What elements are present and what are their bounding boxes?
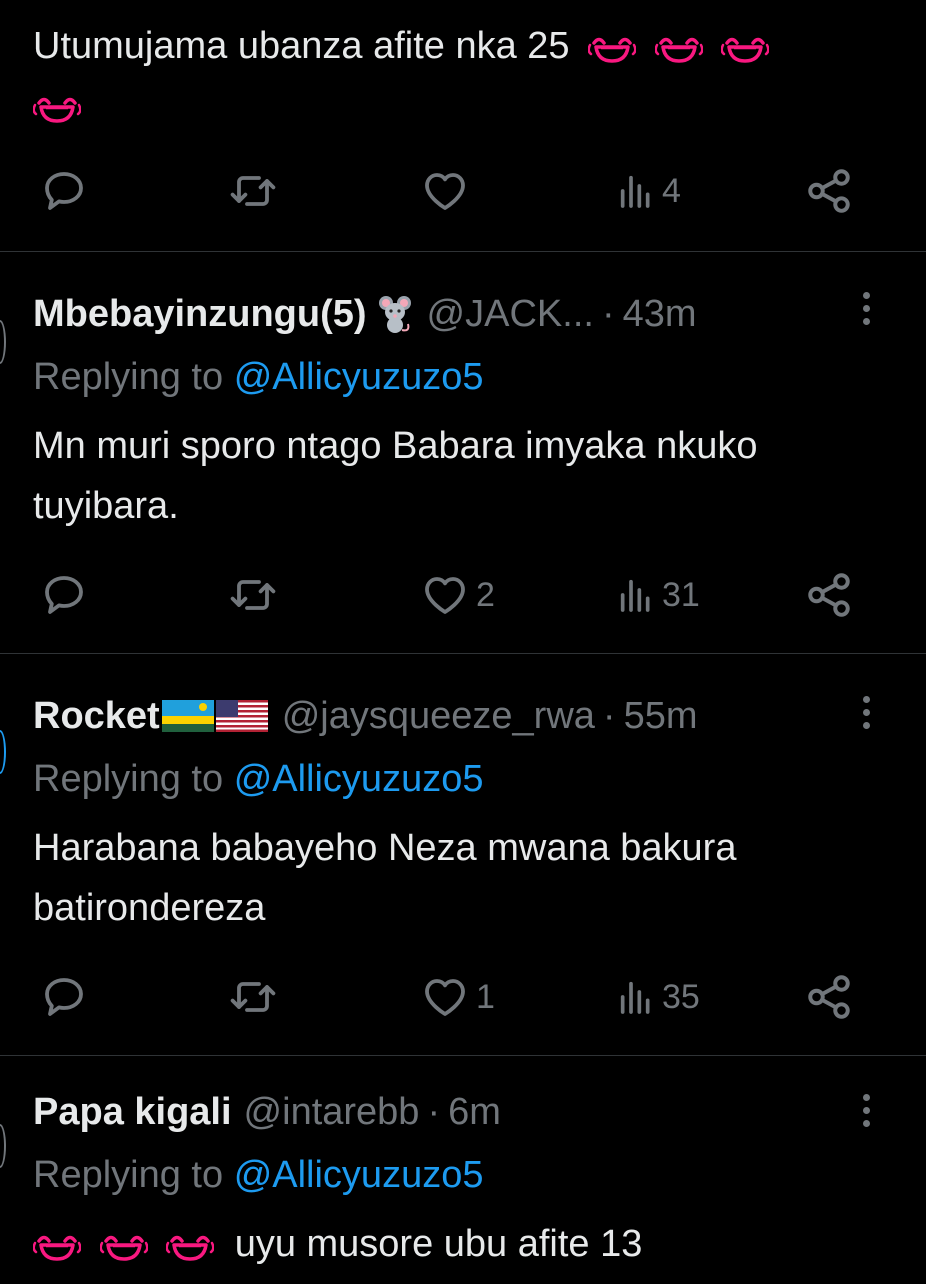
handle[interactable]: @jaysqueeze_rwa xyxy=(282,695,595,738)
heart-icon xyxy=(420,571,470,619)
separator-dot: · xyxy=(427,1090,441,1133)
rwanda-flag-icon xyxy=(161,700,214,732)
tweet-actions: 4 xyxy=(0,166,926,216)
mention-link[interactable]: @Allicyuzuzo5 xyxy=(234,356,484,398)
more-options-icon[interactable] xyxy=(856,692,876,736)
replying-to: Replying to @Allicyuzuzo5 xyxy=(33,1154,483,1200)
views-icon xyxy=(616,167,656,215)
more-options-icon[interactable] xyxy=(856,1090,876,1134)
heart-icon xyxy=(420,973,470,1021)
replying-to: Replying to @Allicyuzuzo5 xyxy=(33,758,483,804)
views-count: 4 xyxy=(662,171,681,210)
display-name[interactable]: Rocket xyxy=(33,695,160,738)
laughing-face-emoji-icon xyxy=(166,1229,214,1263)
share-icon xyxy=(804,166,854,216)
replying-to-label: Replying to xyxy=(33,758,224,800)
laughing-face-emoji-icon xyxy=(33,91,81,125)
share-icon xyxy=(804,570,854,620)
like-button[interactable] xyxy=(420,166,476,216)
handle[interactable]: @JACK... xyxy=(427,293,594,336)
tweet-partial[interactable]: Utumujama ubanza afite nka 25 4 xyxy=(0,0,926,251)
tweet-text: Mn muri sporo ntago Babara imyaka nkuko … xyxy=(33,425,758,527)
more-options-icon[interactable] xyxy=(856,288,876,332)
tweet[interactable]: Rocket @jaysqueeze_rwa · 55m Replying to… xyxy=(0,654,926,1055)
tweet-header: Mbebayinzungu(5) @JACK... · 43m xyxy=(33,290,697,338)
tweet-header: Papa kigali @intarebb · 6m xyxy=(33,1088,501,1136)
laughing-face-emoji-icon xyxy=(655,31,703,65)
tweet-header: Rocket @jaysqueeze_rwa · 55m xyxy=(33,692,697,740)
views-button[interactable]: 31 xyxy=(616,570,700,620)
views-button[interactable]: 35 xyxy=(616,972,700,1022)
retweet-button[interactable] xyxy=(228,570,284,620)
reply-button[interactable] xyxy=(40,972,94,1022)
reply-icon xyxy=(40,167,88,215)
timestamp[interactable]: 55m xyxy=(624,695,698,738)
tweet[interactable]: Mbebayinzungu(5) @JACK... · 43m Replying… xyxy=(0,252,926,653)
separator-dot: · xyxy=(601,292,615,335)
replying-to-label: Replying to xyxy=(33,1154,224,1196)
like-button[interactable]: 1 xyxy=(420,972,495,1022)
replying-to-label: Replying to xyxy=(33,356,224,398)
avatar[interactable] xyxy=(0,1124,6,1168)
retweet-button[interactable] xyxy=(228,166,284,216)
avatar[interactable] xyxy=(0,320,6,364)
share-button[interactable] xyxy=(804,166,854,216)
views-count: 31 xyxy=(662,575,700,614)
replying-to: Replying to @Allicyuzuzo5 xyxy=(33,356,483,402)
handle[interactable]: @intarebb xyxy=(244,1091,420,1134)
share-icon xyxy=(804,972,854,1022)
tweet-text: Utumujama ubanza afite nka 25 xyxy=(33,16,903,136)
timestamp[interactable]: 6m xyxy=(448,1091,501,1134)
like-button[interactable]: 2 xyxy=(420,570,495,620)
timestamp[interactable]: 43m xyxy=(623,293,697,336)
mouse-emoji-icon xyxy=(378,296,411,333)
reply-button[interactable] xyxy=(40,166,94,216)
like-count: 2 xyxy=(476,575,495,614)
retweet-icon xyxy=(228,167,278,215)
share-button[interactable] xyxy=(804,972,854,1022)
retweet-icon xyxy=(228,973,278,1021)
heart-icon xyxy=(420,167,470,215)
laughing-face-emoji-icon xyxy=(721,31,769,65)
tweet-text: uyu musore ubu afite 13 xyxy=(33,1214,903,1274)
usa-flag-icon xyxy=(215,700,268,732)
views-icon xyxy=(616,973,656,1021)
display-name[interactable]: Mbebayinzungu(5) xyxy=(33,293,367,336)
laughing-face-emoji-icon xyxy=(588,31,636,65)
retweet-button[interactable] xyxy=(228,972,284,1022)
tweet-text-content: uyu musore ubu afite 13 xyxy=(234,1223,643,1265)
tweet-actions: 1 35 xyxy=(0,972,926,1022)
reply-icon xyxy=(40,973,88,1021)
tweet-text: Harabana babayeho Neza mwana bakura bati… xyxy=(33,827,737,929)
like-count: 1 xyxy=(476,977,495,1016)
share-button[interactable] xyxy=(804,570,854,620)
views-icon xyxy=(616,571,656,619)
tweet-actions: 2 31 xyxy=(0,570,926,620)
display-name[interactable]: Papa kigali xyxy=(33,1091,232,1134)
reply-icon xyxy=(40,571,88,619)
avatar[interactable] xyxy=(0,730,6,774)
mention-link[interactable]: @Allicyuzuzo5 xyxy=(234,1154,484,1196)
laughing-face-emoji-icon xyxy=(33,1229,81,1263)
separator-dot: · xyxy=(602,694,616,737)
views-button[interactable]: 4 xyxy=(616,166,681,216)
laughing-face-emoji-icon xyxy=(100,1229,148,1263)
retweet-icon xyxy=(228,571,278,619)
mention-link[interactable]: @Allicyuzuzo5 xyxy=(234,758,484,800)
tweet[interactable]: Papa kigali @intarebb · 6m Replying to @… xyxy=(0,1056,926,1284)
tweet-text-content: Utumujama ubanza afite nka 25 xyxy=(33,25,570,67)
reply-button[interactable] xyxy=(40,570,94,620)
views-count: 35 xyxy=(662,977,700,1016)
